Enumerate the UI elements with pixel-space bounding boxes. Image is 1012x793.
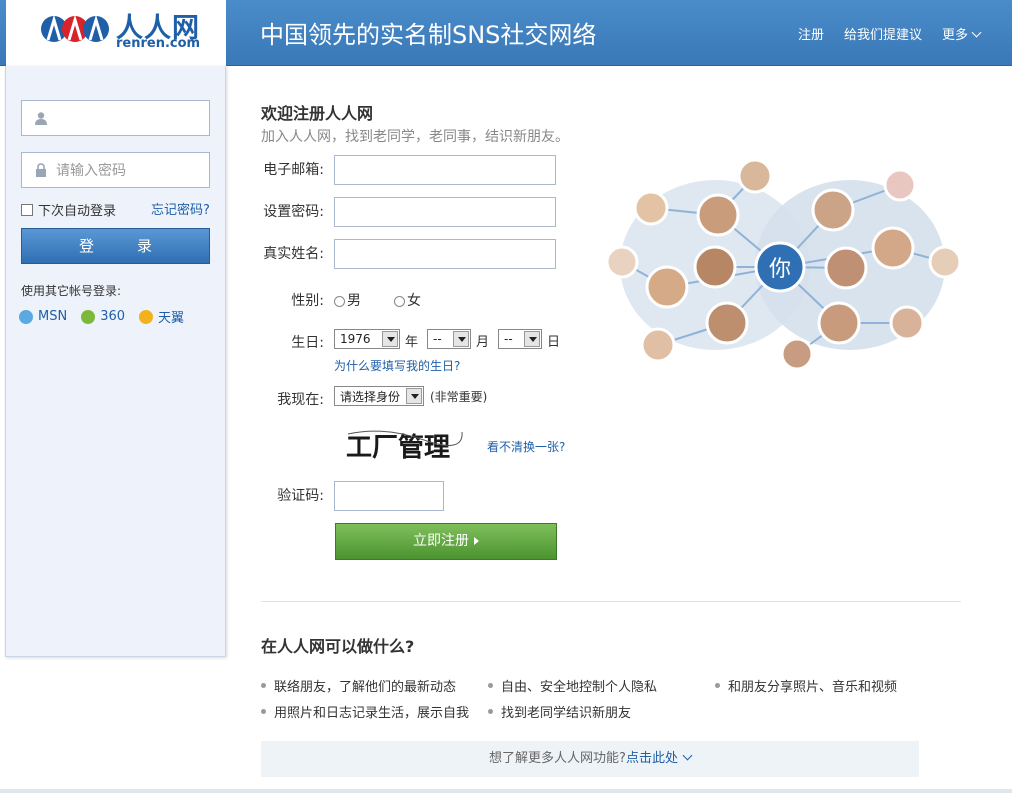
gender-male-label: 男: [347, 293, 361, 309]
bullet-icon: [488, 683, 493, 688]
dropdown-arrow-icon: [406, 388, 422, 404]
feature-item: 自由、安全地控制个人隐私: [488, 676, 657, 695]
nav-more-label: 更多: [941, 28, 968, 43]
gender-female-option[interactable]: 女: [394, 290, 421, 310]
renren-logo-icon: [41, 14, 109, 42]
status-select[interactable]: 请选择身份: [334, 386, 424, 406]
gender-label: 性别:: [291, 293, 324, 309]
year-unit: 年: [405, 335, 419, 350]
captcha-refresh-link[interactable]: 看不清换一张?: [487, 438, 565, 455]
features-title: 在人人网可以做什么?: [261, 637, 415, 656]
captcha-label: 验证码:: [277, 488, 324, 504]
bullet-icon: [488, 709, 493, 714]
dropdown-arrow-icon: [453, 331, 469, 347]
other-login-title: 使用其它帐号登录:: [21, 284, 122, 298]
nav-more-menu[interactable]: 更多: [941, 24, 982, 43]
top-nav: 注册 给我们提建议 更多: [798, 24, 982, 43]
you-label: 你: [769, 257, 791, 282]
birth-year-value: 1976: [340, 332, 371, 346]
login-button[interactable]: 登 录: [21, 228, 210, 264]
captcha-image: 工厂管理: [344, 422, 464, 462]
tianyi-icon: [139, 309, 154, 324]
status-value: 请选择身份: [340, 389, 401, 404]
login-msn-link[interactable]: MSN: [19, 307, 67, 326]
birth-day-select[interactable]: --: [498, 329, 542, 349]
feature-item: 联络朋友，了解他们的最新动态: [261, 676, 456, 695]
dropdown-arrow-icon: [382, 331, 398, 347]
section-divider: [261, 601, 961, 602]
feature-text: 自由、安全地控制个人隐私: [501, 680, 658, 695]
day-unit: 日: [547, 335, 561, 350]
feature-item: 用照片和日志记录生活，展示自我: [261, 702, 469, 721]
birth-year-select[interactable]: 1976: [334, 329, 400, 349]
logo[interactable]: 人人网 renren.com: [6, 0, 226, 66]
birth-month-select[interactable]: --: [427, 329, 471, 349]
realname-field[interactable]: [334, 239, 556, 269]
password-label: 设置密码:: [263, 204, 324, 220]
captcha-input[interactable]: [334, 481, 444, 511]
feature-text: 用照片和日志记录生活，展示自我: [274, 706, 470, 721]
set-password-field[interactable]: [334, 197, 556, 227]
birth-day-value: --: [504, 332, 513, 346]
footer-line: [0, 789, 1012, 793]
gender-male-radio[interactable]: [334, 295, 345, 307]
user-icon: [35, 112, 47, 125]
why-birthday-link[interactable]: 为什么要填写我的生日?: [334, 357, 460, 374]
status-note: (非常重要): [430, 390, 488, 404]
feature-item: 找到老同学结识新朋友: [488, 702, 631, 721]
bullet-icon: [261, 709, 266, 714]
welcome-subtitle: 加入人人网，找到老同学，老同事，结识新朋友。: [261, 129, 569, 145]
social-network-illustration: 你: [605, 158, 962, 371]
month-unit: 月: [476, 335, 490, 350]
arrow-right-icon: [474, 537, 479, 545]
birth-month-value: --: [433, 332, 442, 346]
gender-female-radio[interactable]: [394, 295, 405, 307]
other-login-providers: MSN 360 天翼: [19, 307, 184, 326]
more-features-prefix: 想了解更多人人网功能?: [489, 751, 626, 766]
remember-label: 下次自动登录: [38, 204, 117, 219]
msn-icon: [19, 309, 33, 324]
360-icon: [81, 309, 96, 324]
birthday-label: 生日:: [291, 335, 324, 351]
top-header: 人人网 renren.com 中国领先的实名制SNS社交网络 注册 给我们提建议…: [0, 0, 1012, 66]
feature-item: 和朋友分享照片、音乐和视频: [715, 676, 897, 695]
remember-me[interactable]: 下次自动登录: [21, 200, 116, 219]
password-input[interactable]: 请输入密码: [21, 152, 210, 188]
msn-label: MSN: [38, 309, 68, 324]
status-label: 我现在:: [277, 392, 324, 408]
forgot-password-link[interactable]: 忘记密码?: [151, 199, 210, 218]
more-features-link[interactable]: 点击此处: [626, 751, 678, 766]
gender-male-option[interactable]: 男: [334, 290, 361, 310]
lock-icon: [36, 163, 46, 177]
nav-register-link[interactable]: 注册: [798, 24, 824, 43]
password-placeholder: 请输入密码: [56, 163, 126, 179]
feature-text: 和朋友分享照片、音乐和视频: [728, 680, 898, 695]
360-label: 360: [100, 309, 126, 324]
logo-domain: renren.com: [116, 36, 201, 51]
tianyi-label: 天翼: [158, 311, 185, 326]
realname-label: 真实姓名:: [263, 246, 324, 262]
bullet-icon: [261, 683, 266, 688]
login-tianyi-link[interactable]: 天翼: [139, 307, 184, 326]
feature-text: 找到老同学结识新朋友: [501, 706, 632, 721]
dropdown-arrow-icon: [524, 331, 540, 347]
chevron-down-icon: [971, 27, 982, 38]
nav-feedback-link[interactable]: 给我们提建议: [844, 24, 922, 43]
chevron-down-icon: [682, 750, 693, 761]
register-button-label: 立即注册: [413, 533, 469, 549]
more-features-bar: 想了解更多人人网功能?点击此处: [261, 741, 919, 777]
bullet-icon: [715, 683, 720, 688]
email-label: 电子邮箱:: [263, 162, 324, 178]
username-input[interactable]: [21, 100, 210, 136]
login-360-link[interactable]: 360: [81, 307, 125, 326]
register-button[interactable]: 立即注册: [335, 523, 557, 560]
welcome-title: 欢迎注册人人网: [261, 104, 374, 123]
email-field[interactable]: [334, 155, 556, 185]
slogan: 中国领先的实名制SNS社交网络: [260, 21, 597, 49]
feature-text: 联络朋友，了解他们的最新动态: [274, 680, 457, 695]
captcha-char-1: 工厂管理: [346, 433, 450, 462]
remember-checkbox[interactable]: [21, 203, 33, 216]
login-panel: 请输入密码 下次自动登录 忘记密码? 登 录 使用其它帐号登录: MSN 360…: [5, 66, 226, 657]
gender-female-label: 女: [407, 293, 421, 309]
